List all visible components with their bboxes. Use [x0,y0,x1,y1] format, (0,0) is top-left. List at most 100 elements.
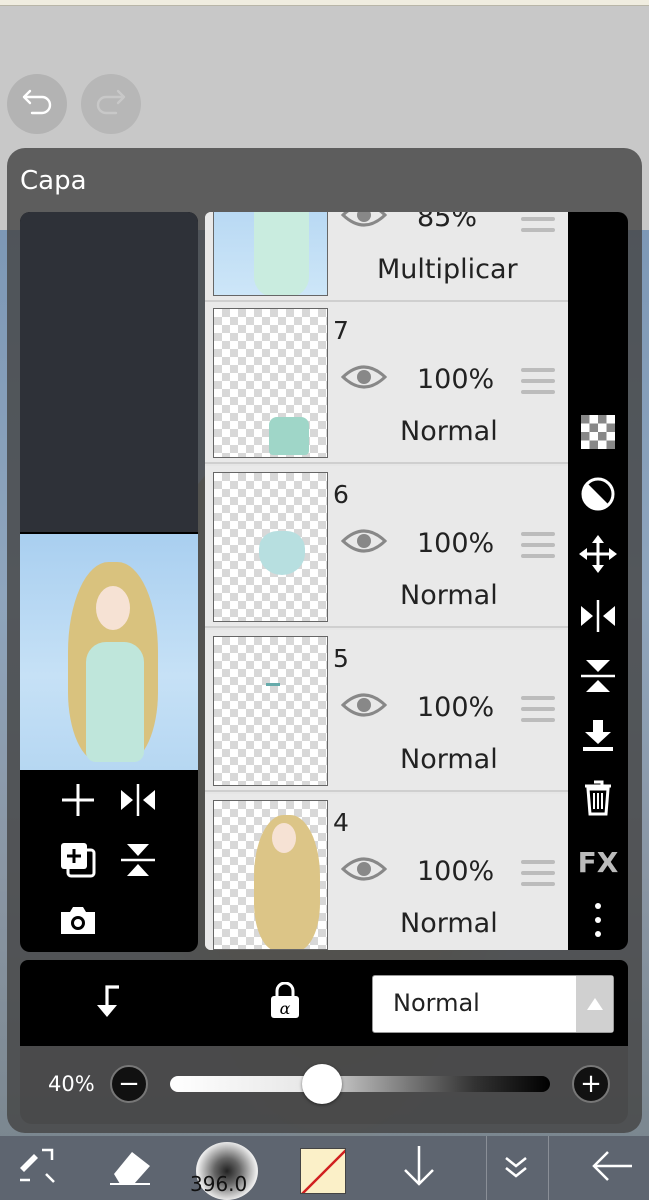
redo-button[interactable] [81,74,141,134]
brush-size-value: 396.0 [190,1172,248,1196]
flip-horizontal-button[interactable] [112,776,164,828]
flip-horizontal-icon [579,600,617,636]
layer-down-button[interactable] [395,1140,443,1196]
drag-handle-icon[interactable] [521,368,555,401]
drag-handle-icon[interactable] [521,696,555,729]
visibility-eye-icon[interactable] [340,526,388,560]
eraser-icon [106,1146,154,1190]
merge-down-button[interactable] [578,718,618,758]
minus-icon: − [118,1069,140,1099]
flip-vertical-icon [581,658,615,698]
flip-layer-vertical-button[interactable] [578,658,618,698]
arrow-down-icon [401,1144,437,1192]
layer-thumbnail [213,472,328,622]
collapse-toolbar-button[interactable] [492,1140,540,1196]
layer-tools-sidebar: FX [568,212,628,950]
layer-blend-mode: Normal [400,416,498,447]
layer-opacity: 100% [417,364,495,395]
top-status-strip [0,0,649,6]
layer-thumbnail [213,800,328,950]
half-circle-icon [580,476,616,516]
toolbar-divider [486,1136,487,1200]
layer-row[interactable]: 5 100% Normal [205,630,568,792]
more-vertical-icon [594,902,602,942]
drag-handle-icon[interactable] [521,532,555,565]
camera-icon [59,904,97,940]
visibility-eye-icon[interactable] [340,212,388,234]
layer-blend-mode: Normal [400,908,498,939]
layer-number: 6 [333,480,349,509]
visibility-eye-icon[interactable] [340,690,388,724]
checkerboard-icon [581,415,615,453]
trash-icon [583,780,613,820]
move-layer-button[interactable] [578,535,618,577]
undo-button[interactable] [7,74,67,134]
flip-vertical-button[interactable] [112,836,164,888]
opacity-slider[interactable] [170,1076,550,1092]
color-swatch-button[interactable] [300,1148,346,1194]
clipping-mask-button[interactable] [578,476,618,516]
plus-icon [60,782,96,822]
layer-row[interactable]: 85% Multiplicar [205,212,568,302]
thumbnail-figure-dress [86,642,144,762]
clip-layer-button[interactable] [88,980,128,1026]
redo-icon [94,87,128,121]
opacity-increase-button[interactable]: + [572,1065,610,1103]
more-options-button[interactable] [578,902,618,942]
undo-icon [20,87,54,121]
layer-list[interactable]: 85% Multiplicar 7 100% Normal 6 100% Nor… [205,212,568,950]
layer-thumbnail [213,636,328,786]
back-button[interactable] [586,1140,638,1196]
transform-tool-button[interactable] [14,1140,62,1196]
layer-number: 7 [333,316,349,345]
layer-opacity: 100% [417,856,495,887]
blend-mode-value: Normal [393,989,480,1017]
layer-number: 4 [333,808,349,837]
transform-icon [16,1144,60,1192]
fx-button[interactable]: FX [578,842,619,882]
delete-layer-button[interactable] [578,780,618,820]
blend-mode-select[interactable]: Normal [372,975,614,1033]
camera-button[interactable] [52,896,104,948]
arrow-left-icon [590,1149,634,1187]
duplicate-icon [59,841,97,883]
chevron-double-down-icon [502,1152,530,1184]
drag-handle-icon[interactable] [521,860,555,893]
move-arrows-icon [579,535,617,577]
drag-handle-icon[interactable] [521,212,555,239]
lock-alpha-button[interactable]: α [262,980,308,1026]
visibility-eye-icon[interactable] [340,362,388,396]
preview-viewport[interactable] [20,212,198,532]
thumbnail-figure-face [96,586,130,630]
artwork-thumbnail[interactable] [20,534,198,770]
canvas-preview-column [20,212,198,952]
layer-blend-mode: Multiplicar [377,254,518,285]
layer-thumbnail [213,308,328,458]
transparency-checker-button[interactable] [578,414,618,454]
opacity-decrease-button[interactable]: − [110,1065,148,1103]
plus-icon: + [580,1069,602,1099]
svg-text:α: α [280,999,291,1018]
opacity-value: 40% [48,1072,95,1096]
visibility-eye-icon[interactable] [340,854,388,888]
flip-vertical-icon [121,841,155,883]
merge-down-icon [580,718,616,758]
layer-row[interactable]: 4 100% Normal [205,794,568,950]
toolbar-divider [548,1136,549,1200]
layer-opacity: 85% [417,212,478,233]
flip-horizontal-icon [118,784,158,820]
opacity-slider-knob[interactable] [302,1064,342,1104]
layer-number: 5 [333,644,349,673]
layer-row[interactable]: 7 100% Normal [205,302,568,464]
eraser-tool-button[interactable] [104,1140,156,1196]
layer-opacity: 100% [417,692,495,723]
add-layer-button[interactable] [52,776,104,828]
flip-layer-horizontal-button[interactable] [578,598,618,638]
alpha-lock-icon: α [268,981,302,1024]
layer-row[interactable]: 6 100% Normal [205,466,568,628]
layer-blend-mode: Normal [400,744,498,775]
duplicate-layer-button[interactable] [52,836,104,888]
layer-blend-mode: Normal [400,580,498,611]
clip-arrow-icon [93,983,123,1023]
panel-title: Capa [20,166,87,196]
